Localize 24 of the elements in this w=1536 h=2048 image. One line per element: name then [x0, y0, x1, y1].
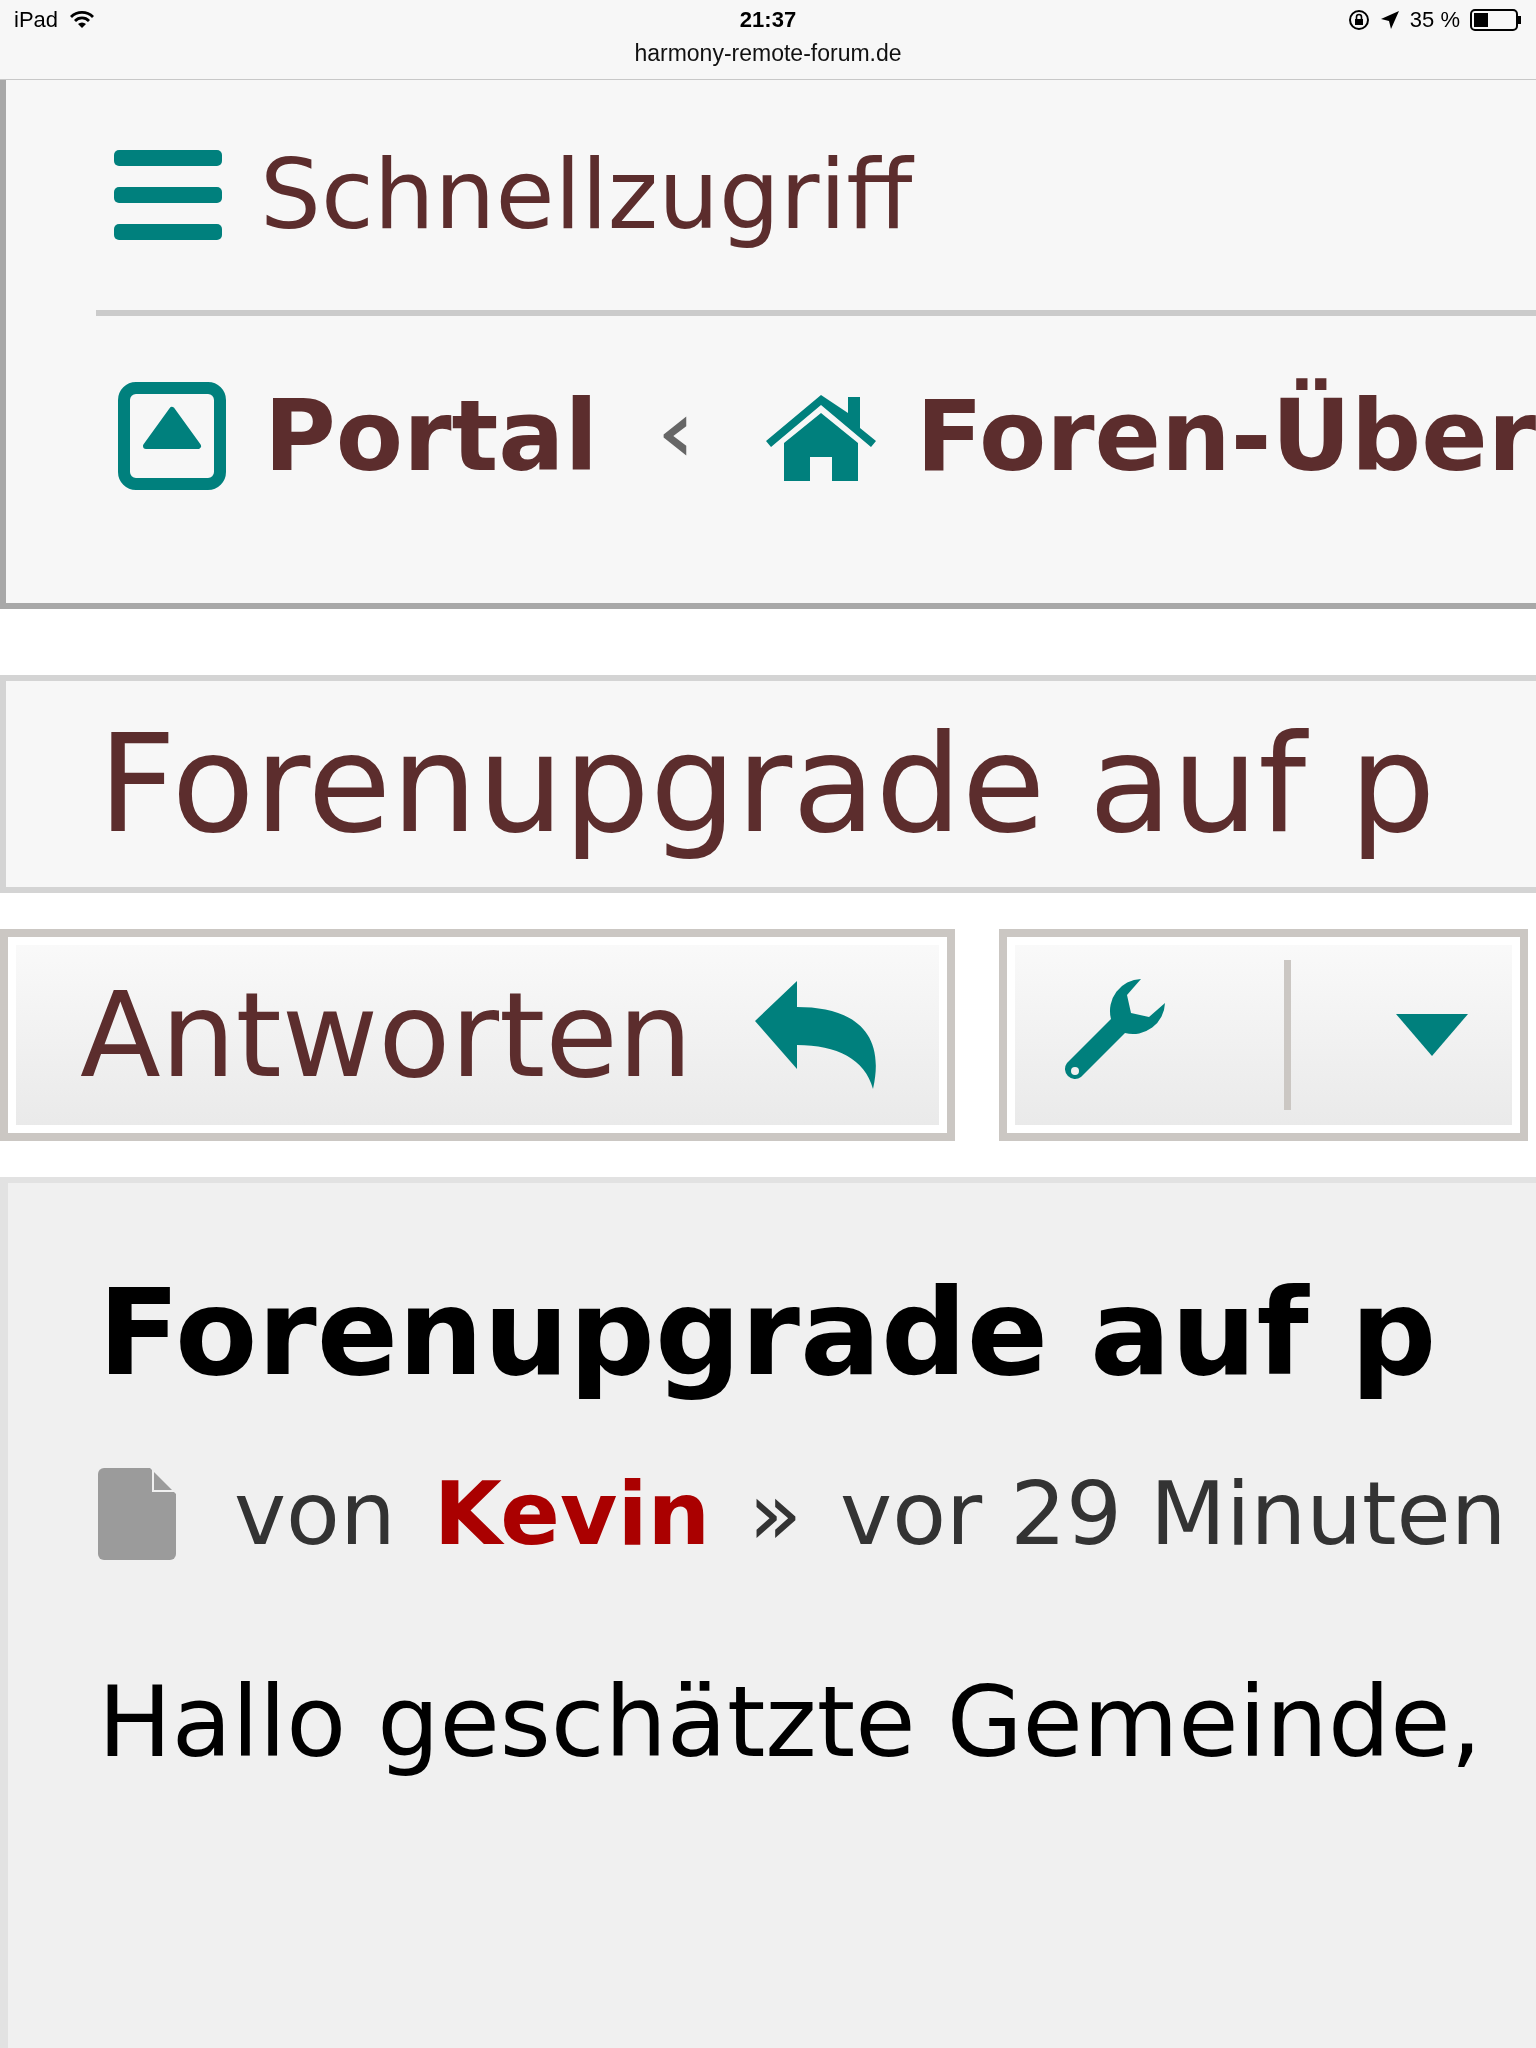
document-icon	[98, 1467, 176, 1560]
battery-percent: 35 %	[1409, 7, 1460, 33]
quick-access-label[interactable]: Schnellzugriff	[260, 139, 913, 251]
post-time: vor 29 Minuten	[840, 1462, 1507, 1565]
device-name: iPad	[14, 7, 59, 33]
post-title: Forenupgrade auf p	[98, 1263, 1438, 1402]
portal-icon	[118, 382, 226, 490]
post-text: Hallo geschätzte Gemeinde,	[98, 1665, 1483, 1779]
tools-menu-button[interactable]	[999, 929, 1528, 1141]
breadcrumb-link[interactable]: Portal	[118, 379, 599, 493]
menu-icon[interactable]	[114, 150, 222, 240]
author-prefix: von	[234, 1462, 396, 1565]
topic-title: Forenupgrade auf p	[98, 705, 1436, 863]
location-icon	[1379, 10, 1400, 30]
author-link[interactable]: Kevin	[433, 1462, 711, 1565]
caret-down-icon	[1395, 1014, 1468, 1056]
separator: »	[748, 1462, 803, 1565]
breadcrumb-link[interactable]: Foren-Über	[763, 379, 1536, 493]
battery-icon	[1470, 9, 1522, 31]
rotation-lock-icon	[1347, 9, 1370, 31]
wifi-icon	[70, 11, 95, 29]
clock: 21:37	[739, 7, 797, 33]
page-url: harmony-remote-forum.de	[634, 40, 902, 67]
reply-button[interactable]: Antworten	[0, 929, 955, 1141]
